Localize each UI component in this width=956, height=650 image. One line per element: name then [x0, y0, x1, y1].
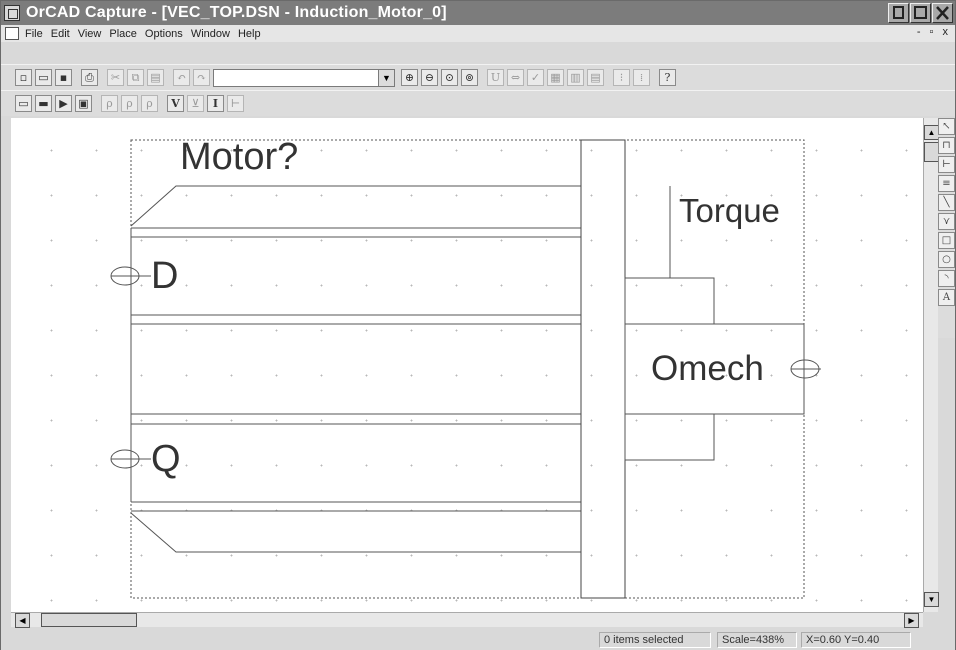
zoom-all-icon[interactable]: ⊚ — [461, 69, 478, 86]
markers3-icon[interactable]: ρ — [141, 95, 158, 112]
draw-tool-palette: ↖ ⊓ ⊢ ≡ ╲ ⋎ □ ○ ◝ A — [938, 118, 955, 338]
redo-icon[interactable]: ↷ — [193, 69, 210, 86]
scroll-right-button[interactable]: ▶ — [904, 613, 919, 628]
symbol-drawing — [110, 139, 821, 599]
cut-icon[interactable]: ✂ — [107, 69, 124, 86]
part-search-combo[interactable]: ▼ — [213, 68, 395, 87]
title-bar[interactable]: OrCAD Capture - [VEC_TOP.DSN - Induction… — [1, 1, 955, 25]
menu-bar: File Edit View Place Options Window Help… — [1, 25, 955, 42]
current-marker-icon[interactable]: I — [207, 95, 224, 112]
net-icon[interactable]: ≡ — [938, 175, 955, 192]
annotate-icon[interactable]: U — [487, 69, 504, 86]
minimize-button[interactable] — [888, 3, 909, 23]
pin-d-label[interactable]: D — [151, 257, 178, 295]
menu-window[interactable]: Window — [188, 28, 235, 40]
top-chamfer-line — [130, 185, 581, 227]
power-marker-icon[interactable]: ⊢ — [227, 95, 244, 112]
menu-file[interactable]: File — [22, 28, 48, 40]
scroll-up-button[interactable]: ▲ — [924, 125, 939, 140]
menu-view[interactable]: View — [75, 28, 107, 40]
table-icon[interactable]: ▤ — [587, 69, 604, 86]
lower-block — [624, 413, 715, 461]
bottom-chamfer-line — [130, 512, 581, 553]
zoom-out-icon[interactable]: ⊖ — [421, 69, 438, 86]
snap-icon[interactable]: ⁝ — [613, 69, 630, 86]
paste-icon[interactable]: ▤ — [147, 69, 164, 86]
undo-icon[interactable]: ↶ — [173, 69, 190, 86]
zoom-in-icon[interactable]: ⊕ — [401, 69, 418, 86]
scroll-thumb-vertical[interactable] — [924, 142, 939, 162]
document-icon[interactable] — [5, 27, 19, 40]
maximize-icon — [914, 6, 927, 19]
new-icon[interactable]: ▫ — [15, 69, 32, 86]
line-icon[interactable]: ╲ — [938, 194, 955, 211]
vertical-scrollbar[interactable]: ▲ ▼ — [923, 118, 939, 612]
application-window: OrCAD Capture - [VEC_TOP.DSN - Induction… — [0, 0, 956, 650]
ellipse-icon[interactable]: ○ — [938, 251, 955, 268]
mdi-controls[interactable]: - ▫ x — [917, 26, 951, 38]
open-icon[interactable]: ▭ — [35, 69, 52, 86]
netlist-icon[interactable]: ▦ — [547, 69, 564, 86]
scroll-left-button[interactable]: ◀ — [15, 613, 30, 628]
pin-q-label[interactable]: Q — [151, 440, 181, 478]
menu-options[interactable]: Options — [142, 28, 188, 40]
part-reference-label[interactable]: Motor? — [180, 138, 298, 176]
grid-icon[interactable]: ⁞ — [633, 69, 650, 86]
zoom-area-icon[interactable]: ⊙ — [441, 69, 458, 86]
print-icon[interactable]: ⎙ — [81, 69, 98, 86]
window-controls — [888, 3, 953, 23]
scroll-thumb-horizontal[interactable] — [41, 613, 137, 627]
close-button[interactable] — [932, 3, 953, 23]
app-icon[interactable] — [4, 5, 20, 21]
part-icon[interactable]: ⊓ — [938, 137, 955, 154]
markers-icon[interactable]: ρ — [101, 95, 118, 112]
selection-status: 0 items selected — [599, 632, 711, 648]
shaft-bar — [580, 139, 626, 599]
schematic-icon[interactable]: ▭ — [15, 95, 32, 112]
bom-icon[interactable]: ▥ — [567, 69, 584, 86]
pin-torque-label[interactable]: Torque — [679, 194, 780, 227]
voltage-marker-icon[interactable]: V — [167, 95, 184, 112]
voltage-diff-marker-icon[interactable]: ⊻ — [187, 95, 204, 112]
standard-toolbar: ▫ ▭ ▪ ⎙ ✂ ⧉ ▤ ↶ ↷ ▼ ⊕ ⊖ ⊙ ⊚ U ⇔ ✓ ▦ ▥ ▤ … — [1, 64, 955, 90]
select-icon[interactable]: ↖ — [938, 118, 955, 135]
cross-ref-icon[interactable]: ⇔ — [507, 69, 524, 86]
save-icon[interactable]: ▪ — [55, 69, 72, 86]
page-icon[interactable]: ▬ — [35, 95, 52, 112]
help-icon[interactable]: ? — [659, 69, 676, 86]
pspice-toolbar: ▭ ▬ ▶ ▣ ρ ρ ρ V ⊻ I ⊢ — [1, 90, 955, 116]
minimize-icon — [893, 6, 904, 19]
drc-icon[interactable]: ✓ — [527, 69, 544, 86]
menu-edit[interactable]: Edit — [48, 28, 75, 40]
torque-block — [624, 277, 715, 325]
status-bar: 0 items selected Scale=438% X=0.60 Y=0.4… — [1, 629, 955, 650]
polyline-icon[interactable]: ⋎ — [938, 213, 955, 230]
markers2-icon[interactable]: ρ — [121, 95, 138, 112]
run-icon[interactable]: ▶ — [55, 95, 72, 112]
arc-icon[interactable]: ◝ — [938, 270, 955, 287]
horizontal-scrollbar[interactable]: ◀ ▶ — [11, 612, 923, 628]
rectangle-icon[interactable]: □ — [938, 232, 955, 249]
wire-icon[interactable]: ⊢ — [938, 156, 955, 173]
pin-omech-label[interactable]: Omech — [651, 351, 764, 386]
scroll-down-button[interactable]: ▼ — [924, 592, 939, 607]
text-icon[interactable]: A — [938, 289, 955, 306]
close-icon — [936, 6, 949, 20]
maximize-button[interactable] — [910, 3, 931, 23]
probe-icon[interactable]: ▣ — [75, 95, 92, 112]
chevron-down-icon[interactable]: ▼ — [378, 69, 394, 86]
cursor-coordinates: X=0.60 Y=0.40 — [801, 632, 911, 648]
scale-status: Scale=438% — [717, 632, 797, 648]
copy-icon[interactable]: ⧉ — [127, 69, 144, 86]
schematic-canvas[interactable]: Motor? D Q Torque Omech — [11, 118, 923, 612]
menu-help[interactable]: Help — [235, 28, 266, 40]
window-title: OrCAD Capture - [VEC_TOP.DSN - Induction… — [26, 4, 447, 21]
menu-place[interactable]: Place — [106, 28, 142, 40]
